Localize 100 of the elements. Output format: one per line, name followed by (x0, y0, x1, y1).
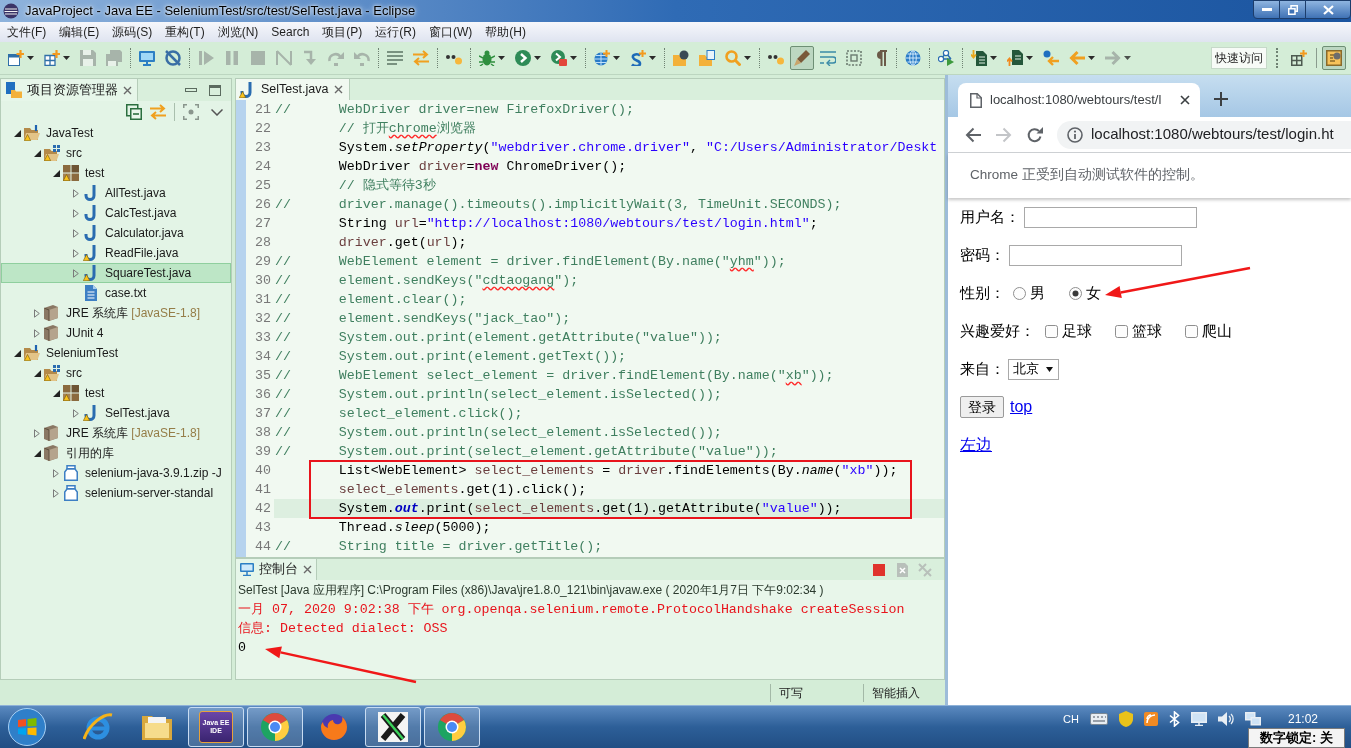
caret-right-icon[interactable] (73, 268, 79, 278)
tree-item[interactable]: src (1, 363, 231, 383)
close-icon[interactable] (303, 565, 312, 574)
volume-icon[interactable] (1217, 712, 1234, 726)
text-field[interactable] (1024, 206, 1197, 228)
focus-icon[interactable] (183, 104, 199, 120)
radio-button[interactable] (1069, 286, 1082, 300)
clock[interactable]: 21:02 (1287, 712, 1318, 726)
tree-item[interactable]: test (1, 383, 231, 403)
text-link[interactable]: 左边 (960, 433, 992, 457)
maximize-icon[interactable] (209, 84, 221, 96)
tree-item[interactable]: JavaTest (1, 123, 231, 143)
caret-down-icon[interactable] (13, 349, 21, 357)
taskbar-button[interactable] (365, 707, 421, 747)
perspective-button[interactable] (1322, 46, 1346, 70)
pen-button[interactable] (790, 46, 814, 70)
login-button[interactable]: 登录 (960, 396, 1004, 418)
caret-right-icon[interactable] (34, 308, 40, 318)
menu-item[interactable]: 文件(F) (7, 23, 47, 41)
caret-down-icon[interactable] (33, 449, 41, 457)
radio-button[interactable] (1013, 286, 1026, 300)
checkbox[interactable] (1115, 324, 1128, 338)
address-bar[interactable]: localhost:1080/webtours/test/login.ht (1057, 120, 1351, 149)
tree-item[interactable]: Calculator.java (1, 223, 231, 243)
console-tab[interactable]: 控制台 (236, 559, 317, 580)
caret-down-icon[interactable] (33, 369, 41, 377)
caret-right-icon[interactable] (73, 228, 79, 238)
minimize-icon[interactable] (185, 88, 197, 92)
caret-right-icon[interactable] (53, 488, 59, 498)
step-return-icon (354, 50, 370, 66)
menu-item[interactable]: 窗口(W) (429, 23, 473, 41)
menu-item[interactable]: 项目(P) (322, 23, 363, 41)
tile-icon[interactable] (1143, 712, 1158, 726)
caret-right-icon[interactable] (73, 408, 79, 418)
line-number: 36 (255, 386, 271, 404)
text-field[interactable] (1009, 244, 1182, 266)
tree-item[interactable]: SquareTest.java (1, 263, 231, 283)
monitor-icon[interactable] (1190, 712, 1207, 726)
line-number: 32 (255, 310, 271, 328)
menu-item[interactable]: 运行(R) (375, 23, 417, 41)
stop-icon[interactable] (872, 562, 886, 577)
menu-item[interactable]: 重构(T) (165, 23, 205, 41)
minimize-button[interactable] (1253, 0, 1280, 19)
reload-button[interactable] (1027, 126, 1043, 143)
tree-item[interactable]: SeleniumTest (1, 343, 231, 363)
bluetooth-icon[interactable] (1168, 711, 1180, 727)
menu-item[interactable]: 编辑(E) (59, 23, 100, 41)
quick-access-field[interactable]: 快速访问 (1211, 47, 1267, 69)
caret-right-icon[interactable] (73, 248, 79, 258)
checkbox[interactable] (1045, 324, 1058, 338)
tree-item[interactable]: JUnit 4 (1, 323, 231, 343)
line-number: 35 (255, 367, 271, 385)
caret-down-icon[interactable] (52, 389, 60, 397)
line-number: 24 (255, 158, 271, 176)
tree-item[interactable]: selenium-server-standal (1, 483, 231, 503)
code-line: // driver.manage().timeouts().implicitlyWait(3, TimeUnit.SECONDS); (275, 196, 842, 214)
page-arrow-down-icon (971, 50, 987, 66)
menu-item[interactable]: 浏览(N) (217, 23, 259, 41)
tree-item[interactable]: CalcTest.java (1, 203, 231, 223)
tree-item[interactable]: JRE 系统库 [JavaSE-1.8] (1, 423, 231, 443)
caret-right-icon[interactable] (53, 468, 59, 478)
caret-right-icon[interactable] (73, 208, 79, 218)
caret-right-icon[interactable] (73, 188, 79, 198)
tree-item[interactable]: src (1, 143, 231, 163)
menu-item[interactable]: 帮助(H) (485, 23, 527, 41)
view-tab[interactable]: 项目资源管理器 (1, 79, 138, 101)
caret-down-icon[interactable] (13, 129, 21, 137)
tree-item[interactable]: JRE 系统库 [JavaSE-1.8] (1, 303, 231, 323)
tree-item[interactable]: 引用的库 (1, 443, 231, 463)
editor-tab[interactable]: SelTest.java (236, 79, 351, 100)
back-button[interactable] (965, 126, 981, 143)
shield-icon[interactable] (1118, 711, 1133, 727)
chevron-down-icon[interactable] (211, 108, 223, 116)
tree-item[interactable]: AllTest.java (1, 183, 231, 203)
tree-item[interactable]: case.txt (1, 283, 231, 303)
browser-tab[interactable]: localhost:1080/webtours/test/l (958, 83, 1200, 117)
text-link[interactable]: top (1010, 395, 1033, 419)
dropdown-select[interactable]: 北京 (1008, 358, 1059, 380)
collapse-all-icon[interactable] (126, 104, 142, 120)
tree-item[interactable]: test (1, 163, 231, 183)
caret-down-icon[interactable] (52, 169, 60, 177)
new-tab-button[interactable] (1214, 92, 1228, 106)
tree-item[interactable]: selenium-java-3.9.1.zip -J (1, 463, 231, 483)
dotted-square-icon (846, 50, 862, 66)
network-icon[interactable] (1244, 712, 1261, 726)
tree-item[interactable]: SelTest.java (1, 403, 231, 423)
checkbox[interactable] (1185, 324, 1198, 338)
close-button[interactable] (1305, 0, 1351, 19)
caret-right-icon[interactable] (34, 428, 40, 438)
caret-right-icon[interactable] (34, 328, 40, 338)
caret-down-icon[interactable] (33, 149, 41, 157)
close-icon[interactable] (334, 85, 344, 94)
menu-item[interactable]: Search (271, 23, 310, 41)
keyboard-icon[interactable] (1089, 713, 1108, 725)
menu-item[interactable]: 源码(S) (112, 23, 153, 41)
restore-button[interactable] (1280, 0, 1305, 19)
close-icon[interactable] (1180, 95, 1190, 105)
language-indicator[interactable]: CH (1063, 712, 1079, 726)
close-icon[interactable] (123, 85, 132, 95)
tree-item[interactable]: ReadFile.java (1, 243, 231, 263)
